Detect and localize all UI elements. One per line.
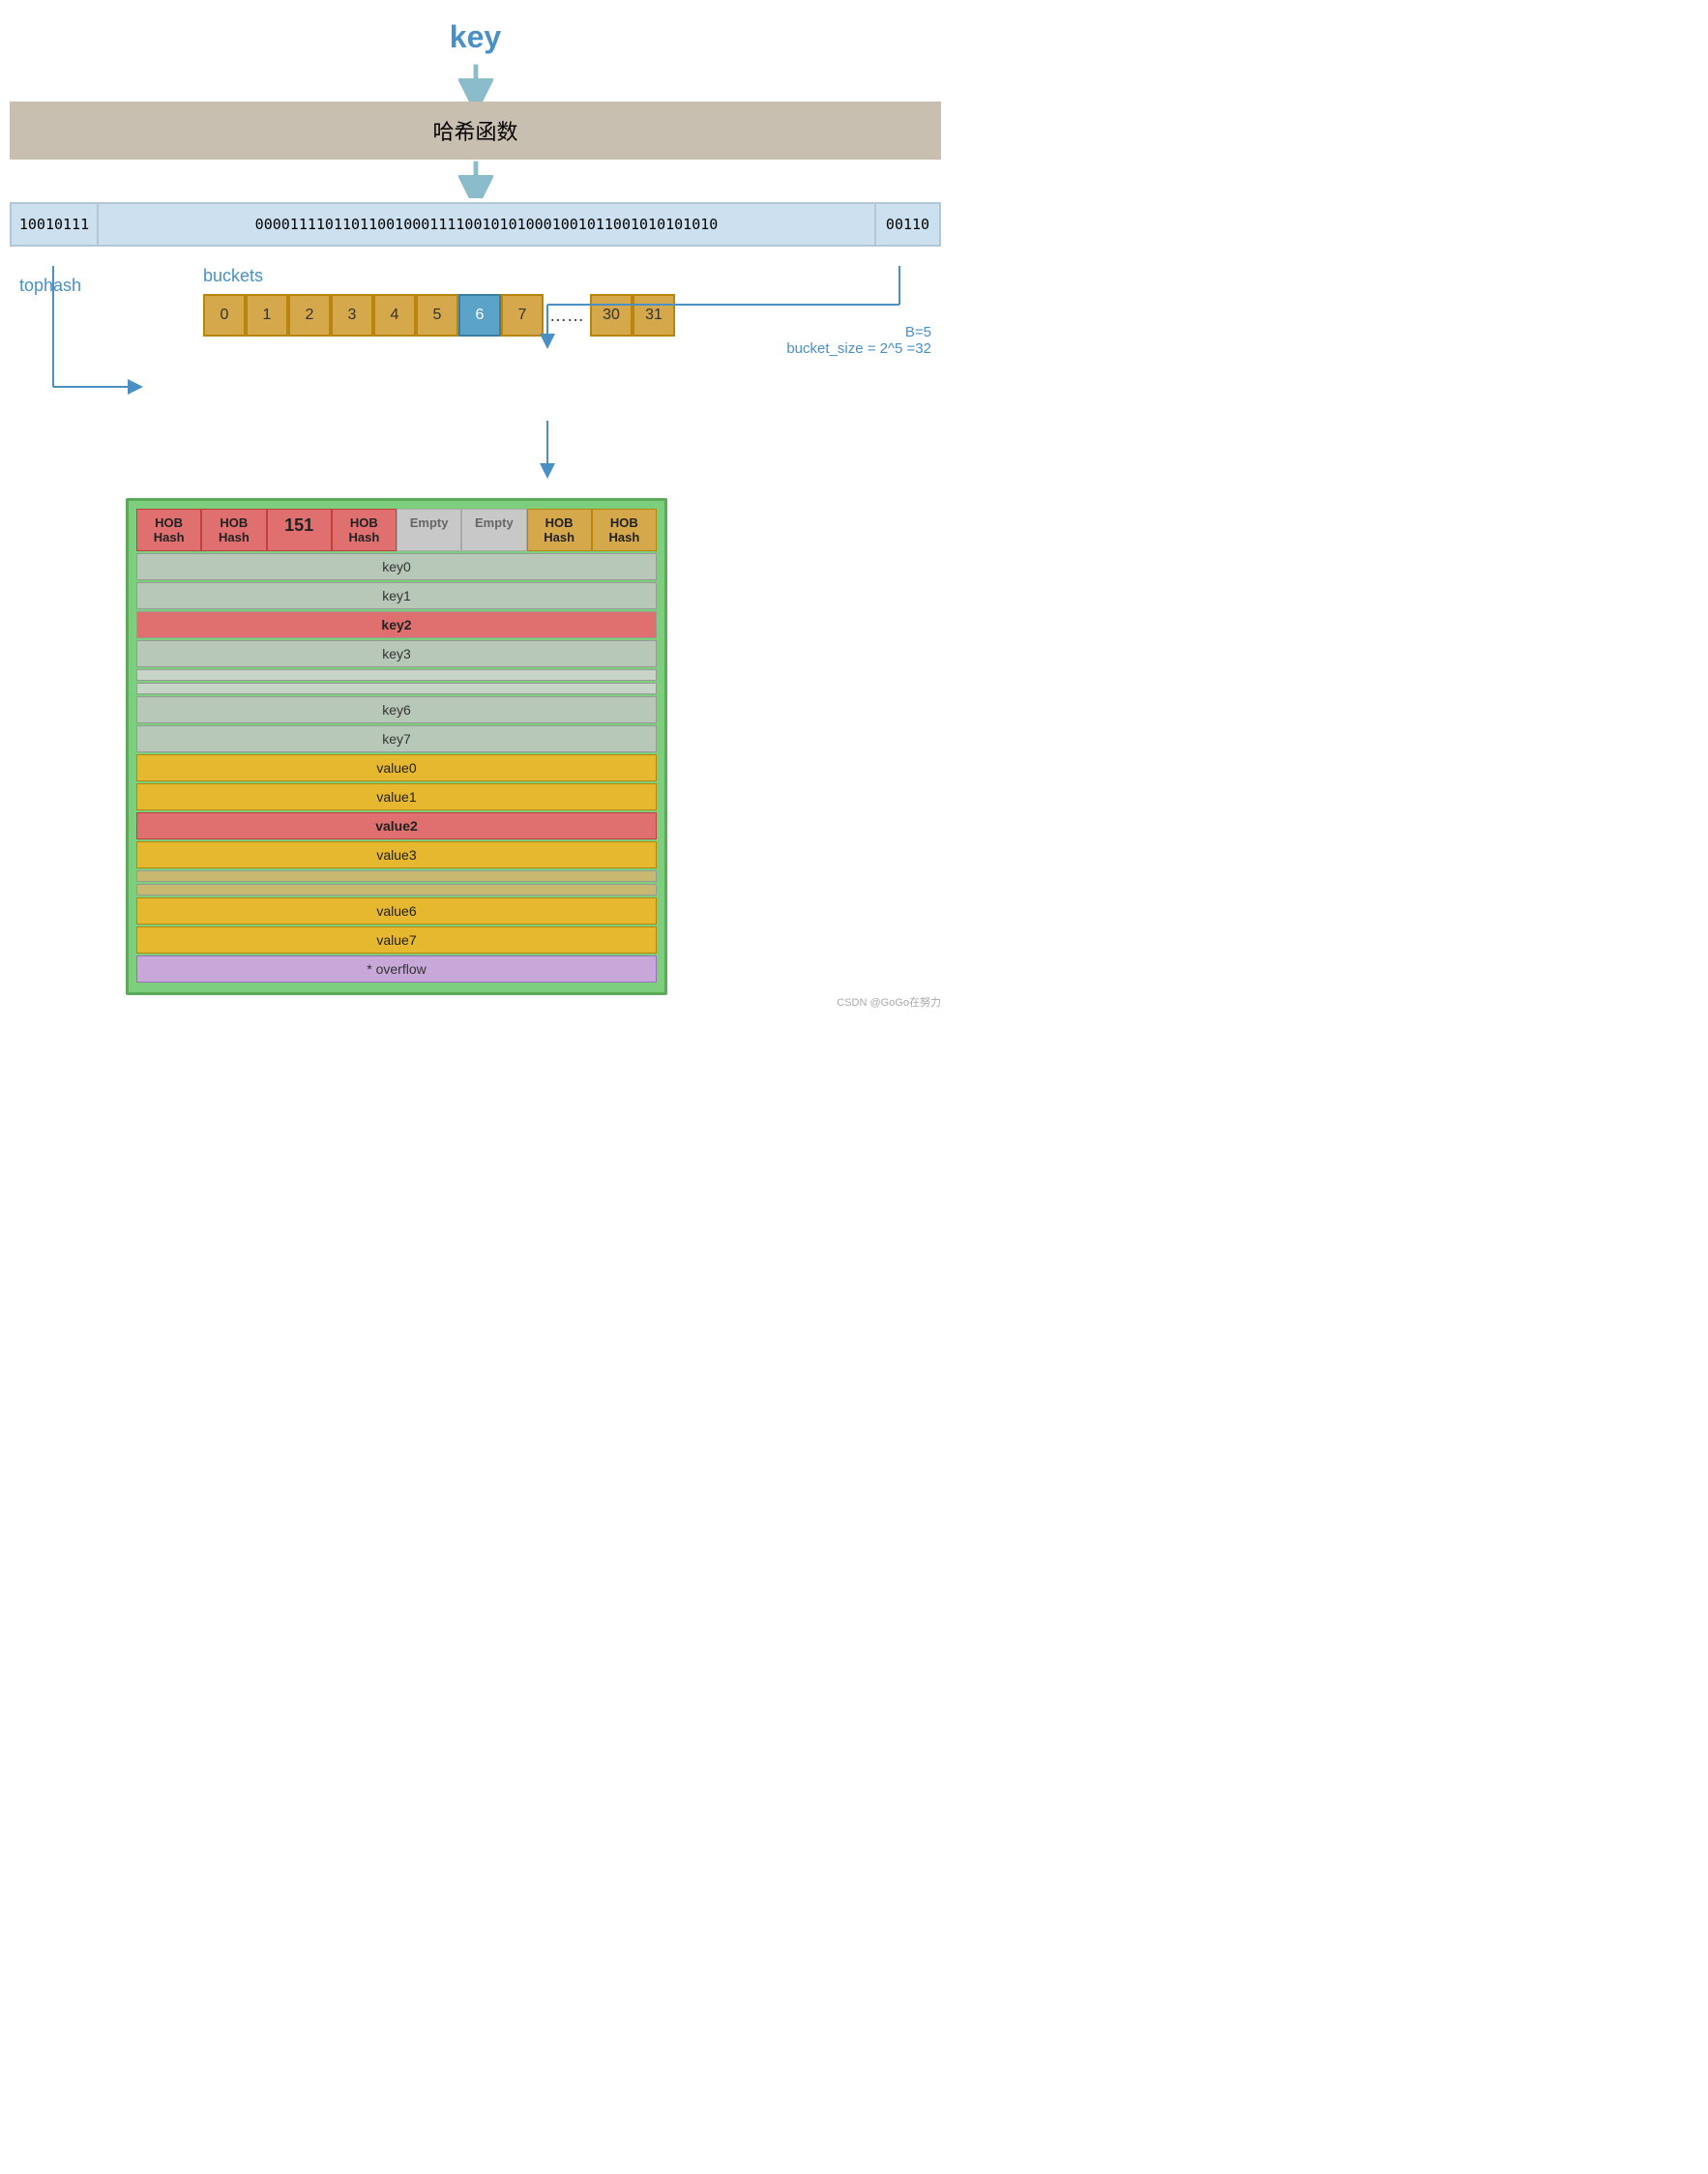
value-row-6: value6 xyxy=(136,897,657,925)
value-row-1: value1 xyxy=(136,783,657,810)
th-cell-3: HOBHash xyxy=(332,509,397,551)
watermark: CSDN @GoGo在努力 xyxy=(837,994,941,1010)
key-row-2: key2 xyxy=(136,611,657,638)
arrow-down-1 xyxy=(10,63,941,102)
buckets-label: buckets xyxy=(203,266,941,286)
diagram-container: key 哈希函数 10010111 000011110110110010001 xyxy=(0,0,951,1014)
binary-left: 10010111 xyxy=(12,204,99,245)
binary-middle: 0000111101101100100011110010101000100101… xyxy=(99,204,876,245)
th-cell-5: Empty xyxy=(461,509,526,551)
b-label-line1: B=5 xyxy=(786,324,931,340)
bucket-0: 0 xyxy=(203,294,246,337)
value1: value1 xyxy=(136,783,657,810)
key0: key0 xyxy=(136,553,657,580)
key-row-7: key7 xyxy=(136,725,657,752)
value-row-7: value7 xyxy=(136,926,657,954)
bucket-31: 31 xyxy=(633,294,675,337)
value3: value3 xyxy=(136,841,657,868)
key-row-1: key1 xyxy=(136,582,657,609)
key-row-0: key0 xyxy=(136,553,657,580)
value4 xyxy=(136,870,657,882)
value-row-0: value0 xyxy=(136,754,657,781)
th-cell-2: 151 xyxy=(267,509,332,551)
binary-row: 10010111 0000111101101100100011110010101… xyxy=(10,202,941,247)
th-cell-0: HOBHash xyxy=(136,509,201,551)
overflow-row: * overflow xyxy=(136,955,657,983)
bmap-section: HOBHash HOBHash 151 HOBHash Empty Empty … xyxy=(126,498,667,995)
value-row-3: value3 xyxy=(136,841,657,868)
th-cell-1: HOBHash xyxy=(201,509,266,551)
key2: key2 xyxy=(136,611,657,638)
bucket-4: 4 xyxy=(373,294,416,337)
th-cell-4: Empty xyxy=(397,509,461,551)
key4 xyxy=(136,669,657,681)
bucket-to-bmap-arrow xyxy=(10,421,941,479)
tophash-buckets-section: tophash buckets 0 1 2 3 4 5 6 7 …… 30 31… xyxy=(10,266,941,421)
key-label: key xyxy=(10,19,941,55)
b-label-line2: bucket_size = 2^5 =32 xyxy=(786,340,931,357)
key7: key7 xyxy=(136,725,657,752)
th-cell-7: HOBHash xyxy=(592,509,657,551)
bucket-2: 2 xyxy=(288,294,331,337)
hash-function-box: 哈希函数 xyxy=(10,102,941,160)
bucket-1: 1 xyxy=(246,294,288,337)
value-row-4 xyxy=(136,870,657,882)
key-row-5 xyxy=(136,683,657,694)
value0: value0 xyxy=(136,754,657,781)
bucket-7: 7 xyxy=(501,294,544,337)
bucket-30: 30 xyxy=(590,294,633,337)
value-row-5 xyxy=(136,884,657,896)
key6: key6 xyxy=(136,696,657,723)
binary-right: 00110 xyxy=(876,204,939,245)
bucket-5: 5 xyxy=(416,294,458,337)
key1: key1 xyxy=(136,582,657,609)
b-label: B=5 bucket_size = 2^5 =32 xyxy=(786,324,931,357)
value6: value6 xyxy=(136,897,657,925)
value2: value2 xyxy=(136,812,657,839)
th-cell-6: HOBHash xyxy=(527,509,592,551)
buckets-section: buckets 0 1 2 3 4 5 6 7 …… 30 31 B=5 buc… xyxy=(203,266,941,337)
key-row-3: key3 xyxy=(136,640,657,667)
value-row-2: value2 xyxy=(136,812,657,839)
value5 xyxy=(136,884,657,896)
key-row-4 xyxy=(136,669,657,681)
bucket-to-bmap-svg xyxy=(10,421,941,479)
key-row-6: key6 xyxy=(136,696,657,723)
tophash-header-row: HOBHash HOBHash 151 HOBHash Empty Empty … xyxy=(136,509,657,551)
arrow-down-2 xyxy=(10,160,941,198)
key5 xyxy=(136,683,657,694)
overflow: * overflow xyxy=(136,955,657,983)
bucket-3: 3 xyxy=(331,294,373,337)
bucket-6: 6 xyxy=(458,294,501,337)
bucket-ellipsis: …… xyxy=(544,294,590,337)
arrow-down-icon-2 xyxy=(458,160,493,198)
value7: value7 xyxy=(136,926,657,954)
arrow-down-icon-1 xyxy=(458,63,493,102)
tophash-label: tophash xyxy=(19,276,81,296)
key3: key3 xyxy=(136,640,657,667)
